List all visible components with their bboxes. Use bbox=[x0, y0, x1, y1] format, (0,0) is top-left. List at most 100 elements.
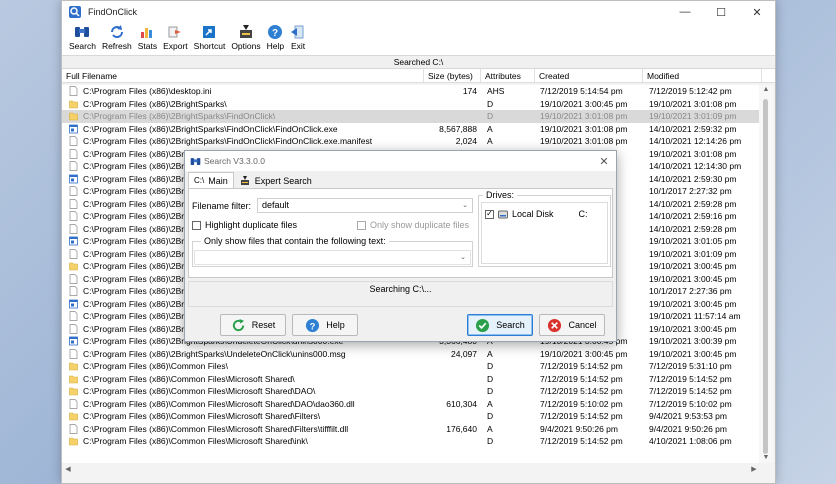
executable-icon bbox=[69, 299, 78, 309]
contains-text-group: Only show files that contain the followi… bbox=[192, 236, 473, 267]
table-row[interactable]: C:\Program Files (x86)\Common Files\Micr… bbox=[62, 410, 760, 423]
scroll-right-icon[interactable]: ▶ bbox=[748, 463, 760, 477]
search-button[interactable]: Search bbox=[467, 314, 533, 336]
title-bar: FindOnClick — ☐ ✕ bbox=[62, 1, 775, 23]
column-header-created[interactable]: Created bbox=[535, 69, 643, 82]
toolbar-options-button[interactable]: Options bbox=[228, 23, 263, 52]
file-icon bbox=[69, 248, 78, 259]
column-header-size[interactable]: Size (bytes) bbox=[424, 69, 481, 82]
horizontal-scrollbar[interactable]: ◀ ▶ bbox=[62, 463, 760, 477]
cell-created: 19/10/2021 3:01:08 pm bbox=[540, 136, 628, 147]
cell-attributes: D bbox=[487, 98, 494, 109]
cancel-icon bbox=[548, 318, 562, 332]
cell-size: 24,097 bbox=[451, 348, 477, 359]
scroll-down-icon[interactable]: ▼ bbox=[759, 453, 773, 463]
table-row[interactable]: C:\Program Files (x86)\Common Files\Micr… bbox=[62, 385, 760, 398]
column-header-attributes[interactable]: Attributes bbox=[481, 69, 535, 82]
cell-modified: 19/10/2021 3:01:09 pm bbox=[649, 111, 737, 122]
filename-text: C:\Program Files (x86)\2BrightSparks\ bbox=[83, 98, 227, 109]
cell-attributes: AHS bbox=[487, 86, 505, 97]
table-row[interactable]: C:\Program Files (x86)\2BrightSparks\Fin… bbox=[62, 135, 760, 148]
executable-icon bbox=[69, 124, 78, 134]
cell-modified: 19/10/2021 3:00:45 pm bbox=[649, 261, 737, 272]
tab-main[interactable]: C:\ Main bbox=[188, 172, 234, 188]
checkbox-checked-icon: ✓ bbox=[485, 209, 494, 219]
cell-filename: C:\Program Files (x86)\desktop.ini bbox=[62, 86, 424, 96]
close-button[interactable]: ✕ bbox=[739, 1, 775, 23]
vertical-scrollbar[interactable]: ▲ ▼ bbox=[759, 85, 773, 463]
filename-text: C:\Program Files (x86)\2Br bbox=[83, 236, 185, 247]
table-row[interactable]: C:\Program Files (x86)\2BrightSparks\Fin… bbox=[62, 123, 760, 136]
toolbar-export-label: Export bbox=[163, 41, 188, 51]
toolbar-stats-button[interactable]: Stats bbox=[135, 23, 160, 52]
filename-text: C:\Program Files (x86)\Common Files\ bbox=[83, 361, 229, 372]
column-header-name[interactable]: Full Filename bbox=[62, 69, 424, 82]
filename-text: C:\Program Files (x86)\desktop.ini bbox=[83, 86, 212, 97]
table-row[interactable]: C:\Program Files (x86)\desktop.ini 174 AHS… bbox=[62, 85, 760, 98]
dialog-title: Search V3.3.0.0 bbox=[204, 156, 265, 166]
tab-expert-label: Expert Search bbox=[254, 175, 312, 186]
tab-expert-search[interactable]: Expert Search bbox=[233, 172, 318, 188]
cell-created: 7/12/2019 5:14:52 pm bbox=[540, 386, 623, 397]
scrollbar-thumb[interactable] bbox=[763, 99, 768, 454]
maximize-button[interactable]: ☐ bbox=[703, 1, 739, 23]
contains-text-label: Only show files that contain the followi… bbox=[201, 236, 389, 246]
filename-filter-label: Filename filter: bbox=[192, 201, 252, 211]
cell-modified: 19/10/2021 3:00:45 pm bbox=[649, 273, 737, 284]
cell-modified: 7/12/2019 5:31:10 pm bbox=[649, 361, 732, 372]
filename-text: C:\Program Files (x86)\2Br bbox=[83, 286, 185, 297]
highlight-duplicates-label: Highlight duplicate files bbox=[205, 220, 298, 230]
cell-filename: C:\Program Files (x86)\Common Files\Micr… bbox=[62, 411, 424, 421]
highlight-duplicates-checkbox[interactable]: Highlight duplicate files bbox=[192, 220, 297, 230]
window-title: FindOnClick bbox=[88, 7, 138, 17]
file-icon bbox=[69, 136, 78, 147]
column-header-modified[interactable]: Modified bbox=[643, 69, 762, 82]
table-row[interactable]: C:\Program Files (x86)\Common Files\Micr… bbox=[62, 398, 760, 411]
shortcut-icon bbox=[203, 26, 216, 38]
toolbar-exit-button[interactable]: Exit bbox=[287, 23, 309, 52]
file-icon bbox=[69, 148, 78, 159]
cell-modified: 19/10/2021 3:01:09 pm bbox=[649, 248, 737, 259]
table-row[interactable]: C:\Program Files (x86)\Common Files\Micr… bbox=[62, 373, 760, 386]
toolbar-help-button[interactable]: ? Help bbox=[264, 23, 287, 52]
cell-modified: 9/4/2021 9:53:53 pm bbox=[649, 411, 727, 422]
toolbar-refresh-button[interactable]: Refresh bbox=[99, 23, 135, 52]
only-duplicates-checkbox[interactable]: Only show duplicate files bbox=[357, 220, 469, 230]
scroll-up-icon[interactable]: ▲ bbox=[759, 85, 773, 95]
table-row[interactable]: C:\Program Files (x86)\Common Files\Micr… bbox=[62, 423, 760, 436]
toolbar-shortcut-button[interactable]: Shortcut bbox=[191, 23, 229, 52]
cell-created: 19/10/2021 3:00:45 pm bbox=[540, 98, 628, 109]
filename-filter-combo[interactable]: default ⌄ bbox=[257, 198, 473, 213]
minimize-button[interactable]: — bbox=[667, 1, 703, 23]
cell-modified: 14/10/2021 2:59:28 pm bbox=[649, 223, 737, 234]
contains-text-combo[interactable]: ⌄ bbox=[194, 250, 471, 265]
table-row[interactable]: C:\Program Files (x86)\Common Files\Micr… bbox=[62, 435, 760, 448]
reset-button[interactable]: Reset bbox=[220, 314, 286, 336]
scroll-left-icon[interactable]: ◀ bbox=[62, 463, 74, 477]
stats-icon bbox=[141, 28, 153, 38]
table-row[interactable]: C:\Program Files (x86)\2BrightSparks\ D 19… bbox=[62, 98, 760, 111]
cell-filename: C:\Program Files (x86)\Common Files\Micr… bbox=[62, 386, 424, 396]
cell-created: 19/10/2021 3:01:08 pm bbox=[540, 111, 628, 122]
cell-modified: 4/10/2021 1:08:06 pm bbox=[649, 436, 732, 447]
cell-attributes: D bbox=[487, 361, 494, 372]
table-row[interactable]: C:\Program Files (x86)\2BrightSparks\Fin… bbox=[62, 110, 760, 123]
cell-modified: 19/10/2021 3:01:05 pm bbox=[649, 236, 737, 247]
cell-modified: 7/12/2019 5:12:42 pm bbox=[649, 86, 732, 97]
table-row[interactable]: C:\Program Files (x86)\2BrightSparks\Und… bbox=[62, 348, 760, 361]
export-icon bbox=[168, 26, 182, 38]
toolbar-export-button[interactable]: Export bbox=[160, 23, 191, 52]
help-icon: ? bbox=[268, 25, 283, 39]
table-row[interactable]: C:\Program Files (x86)\Common Files\ D 7/1… bbox=[62, 360, 760, 373]
cancel-button[interactable]: Cancel bbox=[539, 314, 605, 336]
filename-text: C:\Program Files (x86)\Common Files\Micr… bbox=[83, 398, 355, 409]
help-button[interactable]: ? Help bbox=[292, 314, 358, 336]
dialog-close-icon[interactable]: ✕ bbox=[592, 155, 616, 168]
cell-modified: 14/10/2021 2:59:16 pm bbox=[649, 211, 737, 222]
cell-modified: 14/10/2021 2:59:28 pm bbox=[649, 198, 737, 209]
filename-text: C:\Program Files (x86)\2Br bbox=[83, 211, 185, 222]
drive-item-c[interactable]: ✓ Local Disk C: bbox=[485, 209, 588, 219]
expert-search-icon bbox=[240, 175, 249, 185]
toolbar-search-button[interactable]: Search bbox=[66, 23, 99, 52]
filename-text: C:\Program Files (x86)\2Br bbox=[83, 148, 185, 159]
